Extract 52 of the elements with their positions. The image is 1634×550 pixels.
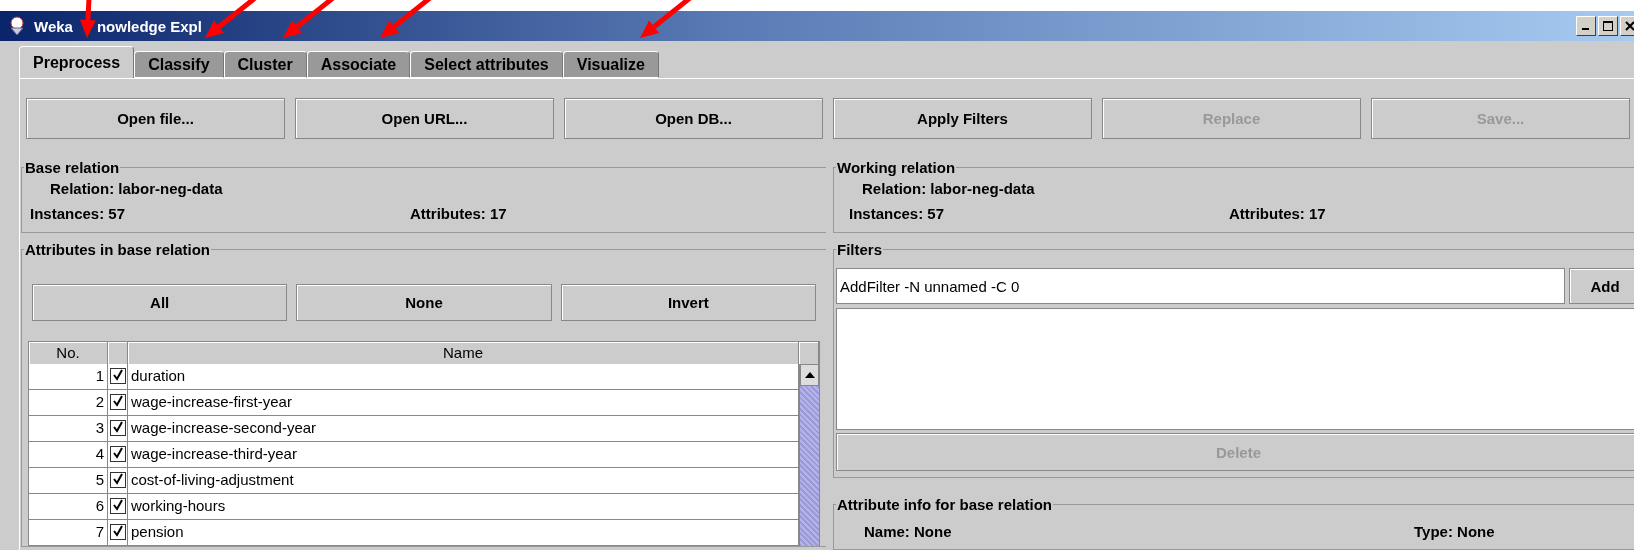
filter-field[interactable]: AddFilter -N unnamed -C 0 bbox=[836, 268, 1565, 304]
panel-title: Working relation bbox=[836, 159, 957, 176]
tab[interactable]: Classify bbox=[134, 51, 224, 78]
panel-title: Filters bbox=[836, 241, 883, 258]
checkbox[interactable] bbox=[110, 472, 126, 488]
tab[interactable]: Preprocess bbox=[19, 46, 135, 78]
table-cell: 5 bbox=[29, 468, 108, 493]
checkbox[interactable] bbox=[110, 420, 126, 436]
tab[interactable]: Associate bbox=[306, 51, 411, 78]
table-cell: 3 bbox=[29, 416, 108, 441]
instances-label: Instances: 57 bbox=[30, 205, 127, 222]
add-button[interactable]: Add bbox=[1569, 268, 1634, 304]
panel-title: Attributes in base relation bbox=[24, 241, 212, 258]
tab[interactable]: Cluster bbox=[223, 51, 307, 78]
selection-button[interactable]: None bbox=[296, 284, 552, 321]
checkbox[interactable] bbox=[110, 446, 126, 462]
table-cell: 4 bbox=[29, 442, 108, 467]
toolbar-button[interactable]: Open file... bbox=[26, 98, 285, 139]
table-cell: 2 bbox=[29, 390, 108, 415]
relation-label: Relation: labor-neg-data bbox=[50, 180, 223, 197]
maximize-button[interactable] bbox=[1598, 16, 1618, 36]
toolbar-button[interactable]: Open DB... bbox=[564, 98, 823, 139]
checkbox[interactable] bbox=[110, 498, 126, 514]
checkbox[interactable] bbox=[110, 394, 126, 410]
type-label: Type: None bbox=[1414, 522, 1495, 540]
close-button[interactable] bbox=[1620, 16, 1634, 36]
selection-button[interactable]: All bbox=[32, 284, 288, 321]
table-cell: 6 bbox=[29, 494, 108, 519]
checkbox[interactable] bbox=[110, 368, 126, 384]
scrollbar[interactable] bbox=[799, 364, 819, 546]
name-label: Name: None bbox=[864, 522, 953, 540]
checkbox[interactable] bbox=[110, 524, 126, 540]
bird-icon bbox=[8, 16, 26, 36]
selection-button[interactable]: Invert bbox=[560, 284, 816, 321]
minimize-button[interactable] bbox=[1576, 16, 1596, 36]
panel-title: Attribute info for base relation bbox=[836, 496, 1053, 513]
toolbar-button[interactable]: Apply Filters bbox=[833, 98, 1092, 139]
scroll-up-icon[interactable] bbox=[804, 372, 815, 378]
attributes-label: Attributes: 17 bbox=[410, 205, 507, 222]
window-title: Weka bbox=[34, 17, 73, 35]
close-icon bbox=[1625, 21, 1634, 31]
tab[interactable]: Visualize bbox=[562, 51, 659, 78]
panel-title: Base relation bbox=[24, 159, 121, 176]
toolbar-button[interactable]: Open URL... bbox=[295, 98, 554, 139]
relation-label: Relation: labor-neg-data bbox=[862, 180, 1035, 197]
attributes-label: Attributes: 17 bbox=[1229, 205, 1326, 222]
maximize-icon bbox=[1603, 21, 1613, 31]
window-title: nowledge Expl bbox=[96, 17, 202, 35]
table-cell: 7 bbox=[29, 520, 108, 545]
instances-label: Instances: 57 bbox=[849, 205, 946, 222]
table-cell: 1 bbox=[29, 364, 108, 389]
tab[interactable]: Select attributes bbox=[410, 51, 563, 78]
